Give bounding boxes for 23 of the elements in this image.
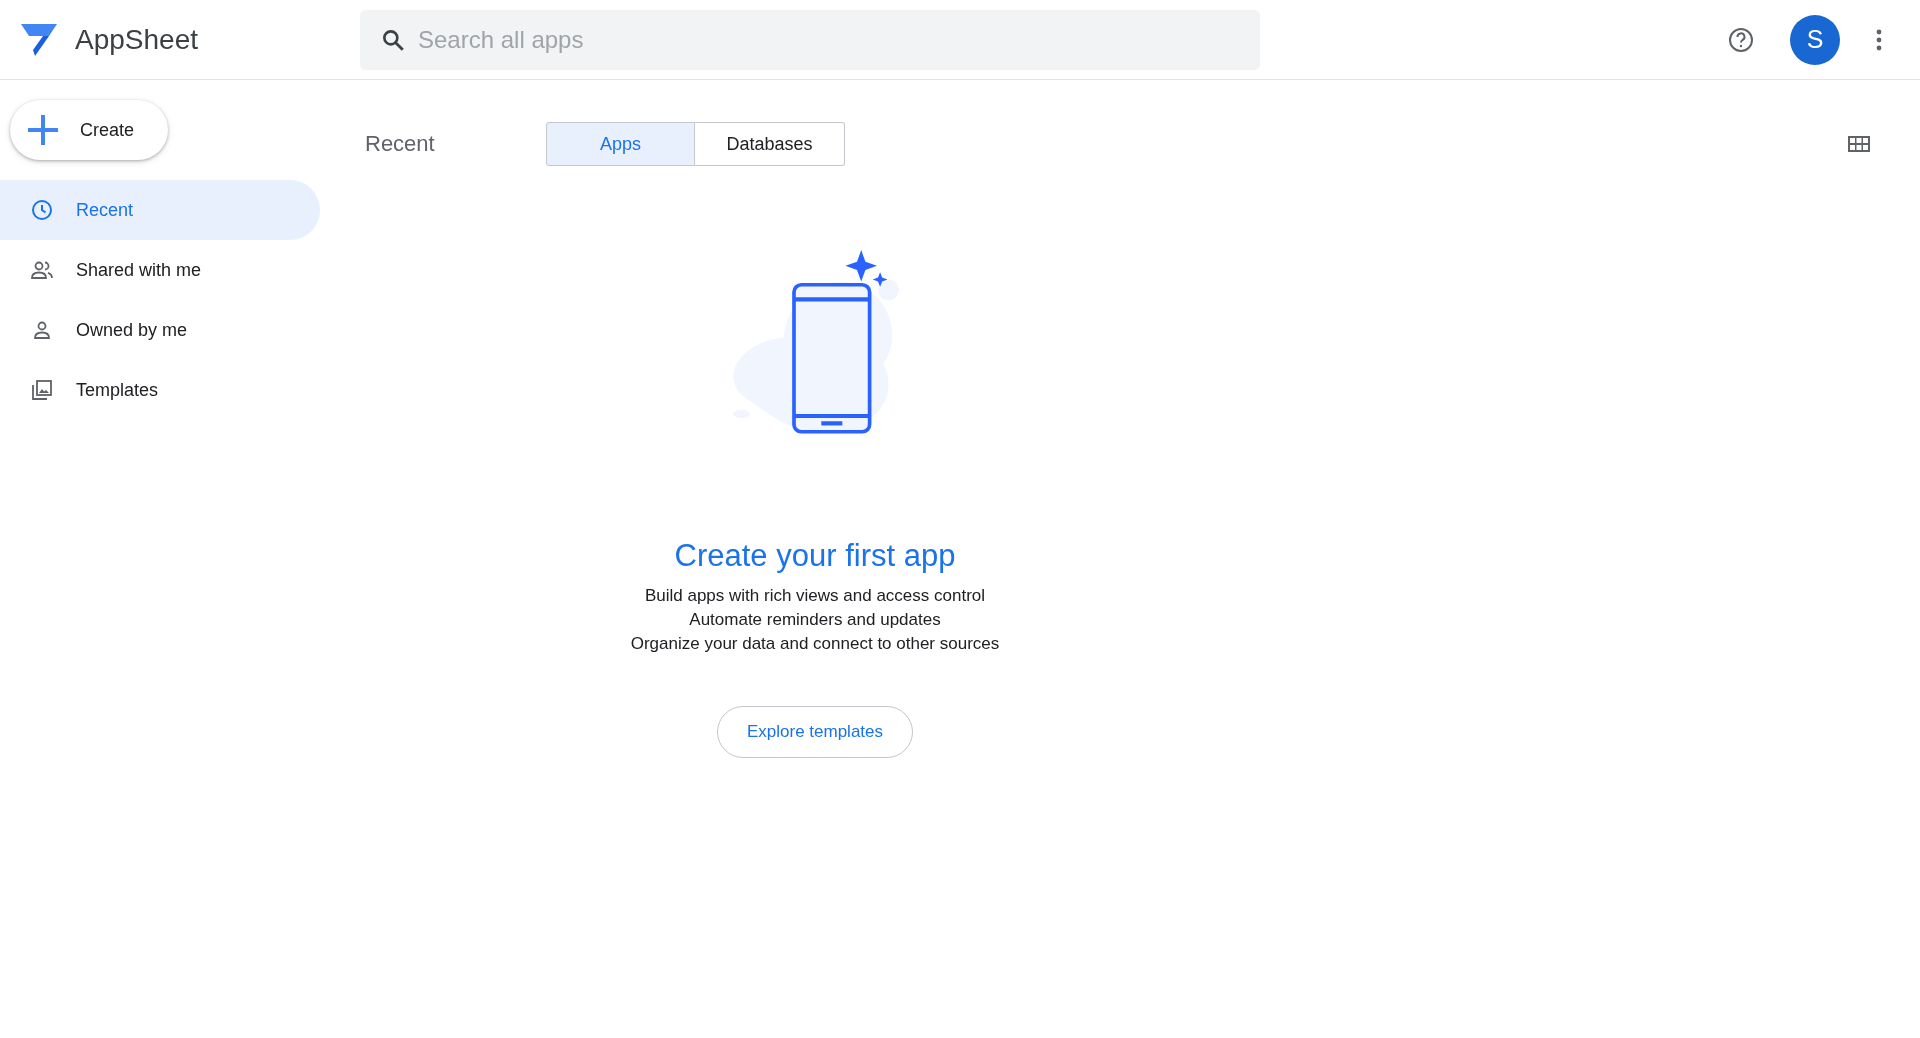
feature-text: Automate reminders and updates xyxy=(689,609,941,631)
sidebar-item[interactable]: Owned by me xyxy=(0,300,320,360)
explore-templates-button[interactable]: Explore templates xyxy=(717,706,913,758)
search-field[interactable]: Search all apps xyxy=(360,9,1260,70)
clock-icon xyxy=(30,198,54,222)
tab[interactable]: Apps xyxy=(546,122,695,166)
create-button[interactable]: Create xyxy=(10,100,168,160)
user-avatar[interactable]: S xyxy=(1790,14,1840,65)
help-icon[interactable] xyxy=(1728,26,1754,53)
section-title: Recent xyxy=(365,131,436,157)
sidebar-item[interactable]: Shared with me xyxy=(0,240,320,300)
sidebar-item[interactable]: Recent xyxy=(0,180,320,240)
feature-text: Build apps with rich views and access control xyxy=(644,585,986,607)
logo-icon xyxy=(19,21,59,58)
tab[interactable]: Databases xyxy=(695,122,845,166)
gallery-icon xyxy=(30,378,54,402)
app-name: AppSheet xyxy=(75,23,198,56)
sidebar-item[interactable]: Templates xyxy=(0,360,320,420)
grid-view-icon[interactable] xyxy=(1848,136,1870,152)
more-menu-icon[interactable] xyxy=(1876,28,1882,51)
empty-state-heading: Create your first app xyxy=(674,538,956,574)
feature-text: Organize your data and connect to other sources xyxy=(630,633,1000,655)
plus-icon xyxy=(28,115,58,145)
